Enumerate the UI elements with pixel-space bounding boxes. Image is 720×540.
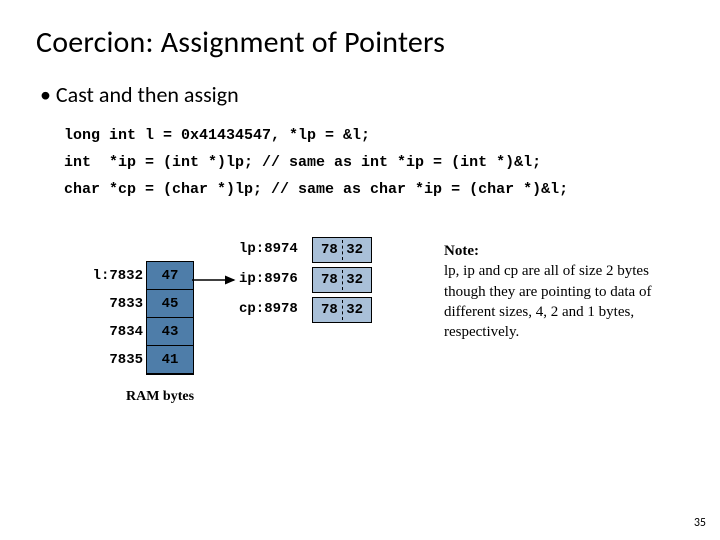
ptr-label-cp: cp:8978 [239, 301, 298, 317]
code-line-3: char *cp = (char *)lp; // same as char *… [64, 181, 568, 198]
mem-addr: 7834 [109, 324, 143, 340]
ptr-cell-ip: 78 32 [312, 267, 372, 293]
slide-number: 35 [694, 516, 706, 530]
memory-diagram: 47 45 43 41 l:7832 7833 7834 7835 RAM by… [64, 237, 684, 457]
byte-divider [342, 270, 343, 290]
ptr-cell-lp: 78 32 [312, 237, 372, 263]
ptr-label-lp: lp:8974 [239, 241, 298, 257]
byte-divider [342, 240, 343, 260]
mem-addr: l:7832 [93, 268, 143, 284]
mem-cell: 43 [147, 318, 193, 346]
mem-addr: 7835 [109, 352, 143, 368]
ptr-label-ip: ip:8976 [239, 271, 298, 287]
code-line-2: int *ip = (int *)lp; // same as int *ip … [64, 154, 541, 171]
slide-title: Coercion: Assignment of Pointers [36, 24, 684, 61]
ram-label: RAM bytes [126, 389, 194, 405]
code-line-1: long int l = 0x41434547, *lp = &l; [64, 127, 370, 144]
note-body: lp, ip and cp are all of size 2 bytes th… [444, 263, 651, 340]
mem-cell: 47 [147, 262, 193, 290]
mem-addr: 7833 [109, 296, 143, 312]
code-block: long int l = 0x41434547, *lp = &l; int *… [64, 122, 684, 203]
bullet-point: • Cast and then assign [40, 81, 684, 108]
ptr-cell-cp: 78 32 [312, 297, 372, 323]
mem-cell: 45 [147, 290, 193, 318]
memory-column: 47 45 43 41 l:7832 7833 7834 7835 [146, 261, 194, 375]
note-box: Note: lp, ip and cp are all of size 2 by… [444, 241, 694, 342]
byte-divider [342, 300, 343, 320]
note-heading: Note: [444, 243, 479, 259]
mem-cell: 41 [147, 346, 193, 374]
